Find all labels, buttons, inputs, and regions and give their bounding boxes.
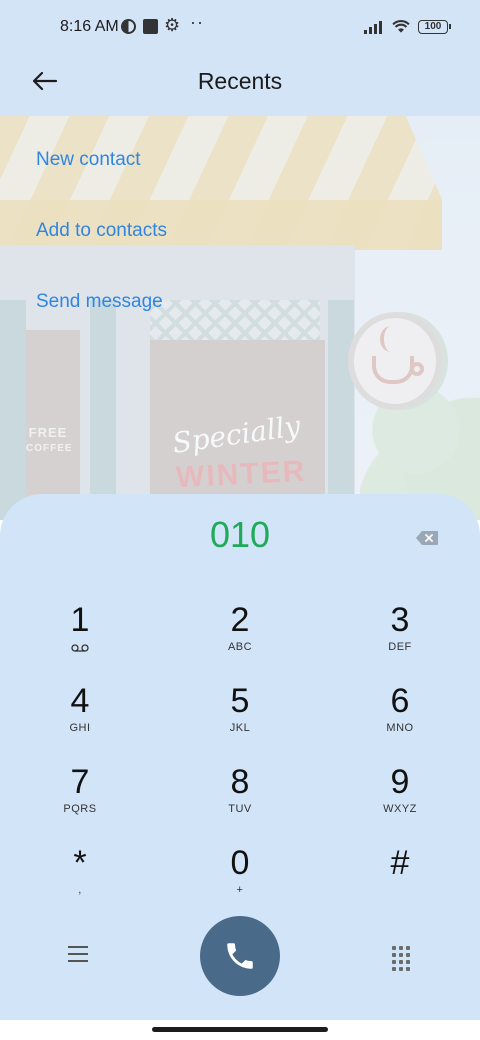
battery-icon: 100 <box>418 20 451 34</box>
key-digit: 4 <box>70 682 90 720</box>
dnd-icon <box>121 19 136 34</box>
key-digit: 3 <box>390 601 410 639</box>
key-star[interactable]: * , <box>20 843 140 913</box>
key-3[interactable]: 3 DEF <box>340 600 460 670</box>
key-letters: MNO <box>386 722 414 734</box>
key-letters: JKL <box>229 722 251 734</box>
key-letters: GHI <box>69 722 91 734</box>
key-4[interactable]: 4 GHI <box>20 681 140 751</box>
new-contact-link[interactable]: New contact <box>36 145 167 216</box>
action-list: New contact Add to contacts Send message <box>36 145 167 358</box>
key-7[interactable]: 7 PQRS <box>20 762 140 832</box>
key-0[interactable]: 0 + <box>180 843 300 913</box>
key-digit: # <box>390 844 410 882</box>
page-title: Recents <box>197 68 283 94</box>
key-digit: 9 <box>390 763 410 801</box>
key-digit: 7 <box>70 763 90 801</box>
key-letters: ABC <box>227 641 253 653</box>
menu-icon[interactable] <box>68 946 88 962</box>
call-button[interactable] <box>200 916 280 996</box>
dialer-panel: 010 1 2 ABC 3 DEF 4 GHI 5 JKL 6 MNO 7 PQ… <box>0 494 480 1020</box>
key-2[interactable]: 2 ABC <box>180 600 300 670</box>
key-digit: 5 <box>230 682 250 720</box>
key-6[interactable]: 6 MNO <box>340 681 460 751</box>
voicemail-icon <box>71 644 89 652</box>
signal-icon <box>364 20 386 34</box>
add-to-contacts-link[interactable]: Add to contacts <box>36 216 167 287</box>
key-digit: 6 <box>390 682 410 720</box>
settings-gear-icon: ⚙ <box>164 15 181 35</box>
key-letters: WXYZ <box>383 803 417 815</box>
key-9[interactable]: 9 WXYZ <box>340 762 460 832</box>
send-message-link[interactable]: Send message <box>36 287 167 358</box>
dialer-bottom-row <box>0 916 480 996</box>
home-indicator[interactable] <box>152 1027 328 1032</box>
dialpad-icon[interactable] <box>392 946 412 971</box>
key-letters: , <box>78 884 82 896</box>
key-1[interactable]: 1 <box>20 600 140 670</box>
key-8[interactable]: 8 TUV <box>180 762 300 832</box>
key-letters: DEF <box>388 641 412 653</box>
wifi-icon <box>392 20 410 33</box>
key-digit: 0 <box>230 844 250 882</box>
header: Recents <box>0 56 480 116</box>
key-digit: 1 <box>70 601 90 639</box>
key-digit: 2 <box>230 601 250 639</box>
more-dots-icon: ·· <box>190 12 204 32</box>
status-bar: 8:16 AM ⚙ ·· 100 <box>0 0 480 56</box>
navigation-bar <box>0 1020 480 1040</box>
status-time: 8:16 AM <box>60 18 119 35</box>
phone-icon <box>227 943 253 969</box>
notification-square-icon <box>143 19 158 34</box>
key-digit: 8 <box>230 763 250 801</box>
dialed-number: 010 <box>209 514 271 555</box>
key-hash[interactable]: # <box>340 843 460 913</box>
backspace-icon[interactable] <box>415 530 439 546</box>
key-digit: * <box>73 844 87 882</box>
key-letters: + <box>236 884 244 896</box>
key-letters: TUV <box>228 803 252 815</box>
key-5[interactable]: 5 JKL <box>180 681 300 751</box>
key-letters: PQRS <box>63 803 97 815</box>
